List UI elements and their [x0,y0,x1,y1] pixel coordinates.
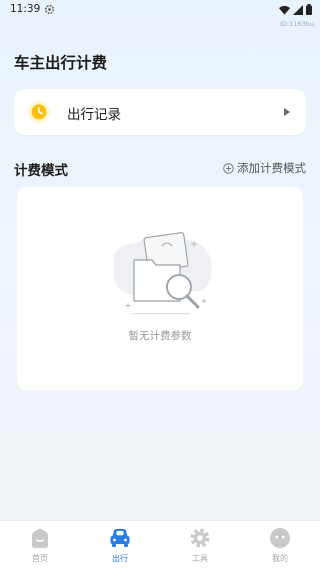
clock-icon [28,101,50,123]
status-bar: 11:39 ID:1163bu [0,0,320,28]
tab-tools[interactable]: 工具 [160,521,240,568]
add-circle-icon [223,162,234,174]
billing-section-title: 计费模式 [14,163,68,179]
profile-face-icon [270,528,290,548]
trip-record-card[interactable]: 出行记录 [14,89,306,135]
battery-icon [306,4,312,15]
add-billing-mode-button[interactable]: 添加计费模式 [223,160,306,176]
page-title: 车主出行计费 [14,54,108,72]
tab-trip-label: 出行 [112,554,128,563]
tab-tools-label: 工具 [192,554,208,563]
tab-home[interactable]: 首页 [0,521,80,568]
chevron-right-icon [284,108,290,116]
settings-status-icon [44,4,55,15]
bottom-tab-bar: 首页 出行 工具 我的 [0,520,320,568]
add-billing-mode-label: 添加计费模式 [237,161,306,175]
empty-state-text: 暂无计费参数 [128,330,192,342]
car-icon [110,529,130,547]
gear-icon [190,528,210,548]
home-icon [32,528,48,548]
tab-profile-label: 我的 [272,554,288,563]
tab-profile[interactable]: 我的 [240,521,320,568]
tab-home-label: 首页 [32,554,48,563]
billing-mode-card: 暂无计费参数 [17,187,303,390]
signal-icon [293,4,303,15]
status-id-label: ID:1163bu [280,20,314,28]
wifi-icon [279,5,290,15]
empty-folder-search-icon [113,232,212,315]
tab-trip[interactable]: 出行 [80,521,160,568]
trip-record-label: 出行记录 [67,107,121,123]
status-icons [279,4,312,15]
status-time: 11:39 [10,3,41,15]
